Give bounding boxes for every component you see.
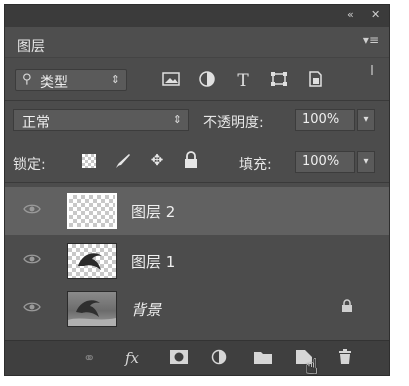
visibility-eye-icon[interactable]: [23, 301, 41, 313]
blend-mode-select[interactable]: 正常 ⇕: [13, 109, 189, 131]
lock-row: 锁定: ✥ 填充: 100% ▾: [5, 143, 389, 179]
opacity-input[interactable]: 100%: [295, 109, 355, 131]
fill-value: 100%: [302, 154, 340, 169]
double-chevron-icon[interactable]: «: [347, 8, 354, 21]
type-filter-icon[interactable]: T: [233, 71, 253, 91]
visibility-eye-icon[interactable]: [23, 253, 41, 265]
adjustment-layer-icon[interactable]: [211, 349, 229, 367]
trash-icon[interactable]: [337, 349, 353, 367]
opacity-dropdown-button[interactable]: ▾: [357, 109, 375, 131]
layer-row[interactable]: 背景: [5, 285, 389, 333]
layer-row[interactable]: 图层 1: [5, 237, 389, 285]
updown-arrow-icon: ⇕: [172, 113, 182, 126]
layer-row[interactable]: 图层 2: [5, 187, 389, 235]
folder-icon[interactable]: [253, 349, 273, 367]
layer-name[interactable]: 背景: [131, 299, 161, 320]
fx-button[interactable]: fx: [125, 349, 139, 367]
dolphin-image: [78, 253, 102, 270]
filter-row: ⚲ 类型 ⇕ T: [5, 59, 389, 99]
dolphin-photo-image: [68, 300, 116, 326]
lock-all-icon[interactable]: [181, 151, 201, 171]
add-mask-icon[interactable]: [169, 349, 189, 367]
close-icon[interactable]: ✕: [371, 8, 380, 21]
layer-name[interactable]: 图层 1: [131, 251, 175, 272]
panel-titlebar: « ✕: [5, 5, 389, 27]
smart-object-filter-icon[interactable]: [305, 71, 325, 89]
layer-thumbnail: [67, 193, 117, 229]
layer-thumbnail: [67, 243, 117, 279]
fill-input[interactable]: 100%: [295, 151, 355, 173]
updown-arrow-icon: ⇕: [110, 73, 120, 86]
panel-tab-row: 图层 ▾≡: [5, 27, 389, 58]
shape-filter-icon[interactable]: [269, 71, 289, 89]
search-icon: ⚲: [22, 72, 32, 87]
filter-kind-select[interactable]: ⚲ 类型 ⇕: [15, 69, 127, 91]
visibility-eye-icon[interactable]: [23, 203, 41, 215]
panel-title[interactable]: 图层: [17, 36, 45, 56]
panel-menu-icon[interactable]: ▾≡: [363, 33, 379, 47]
link-layers-icon[interactable]: ⚭: [83, 349, 96, 367]
layers-panel: « ✕ 图层 ▾≡ ⚲ 类型 ⇕ T 正常 ⇕ 不透明度: 100% ▾ 锁定:…: [4, 4, 390, 380]
layer-thumbnail: [67, 291, 117, 327]
opacity-label: 不透明度:: [203, 115, 264, 131]
blend-mode-value: 正常: [22, 115, 50, 131]
fill-dropdown-button[interactable]: ▾: [357, 151, 375, 173]
layers-list: 图层 2 图层 1 背景: [5, 183, 389, 333]
filter-kind-label: 类型: [40, 75, 68, 91]
opacity-value: 100%: [302, 112, 340, 127]
lock-transparent-pixels-icon[interactable]: [79, 151, 99, 171]
filter-toggle-switch[interactable]: [371, 65, 381, 75]
fill-label: 填充:: [239, 157, 272, 173]
lock-image-pixels-icon[interactable]: [113, 151, 133, 171]
lock-icon: [341, 299, 353, 317]
panel-bottom-bar: ⚭ fx ☝: [5, 340, 389, 380]
hand-cursor-icon: ☝: [305, 355, 319, 380]
image-filter-icon[interactable]: [161, 71, 181, 89]
layer-name[interactable]: 图层 2: [131, 201, 175, 222]
lock-position-icon[interactable]: ✥: [147, 151, 167, 171]
blend-row: 正常 ⇕ 不透明度: 100% ▾: [5, 101, 389, 137]
adjustment-filter-icon[interactable]: [197, 71, 217, 89]
lock-label: 锁定:: [13, 157, 46, 173]
